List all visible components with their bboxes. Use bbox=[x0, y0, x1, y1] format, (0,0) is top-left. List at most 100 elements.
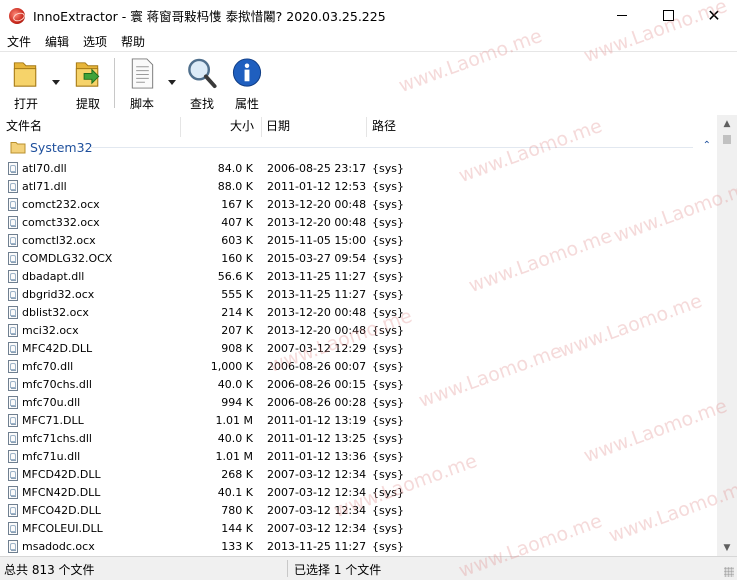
info-icon bbox=[232, 58, 262, 87]
file-icon bbox=[8, 324, 18, 337]
file-size: 994 K bbox=[221, 396, 253, 409]
selected-files-status: 已选择 1 个文件 bbox=[294, 563, 382, 577]
file-row[interactable]: MFC42D.DLL 908 K 2007-03-12 12:29 {sys} bbox=[0, 340, 717, 358]
file-row[interactable]: dbadapt.dll 56.6 K 2013-11-25 11:27 {sys} bbox=[0, 268, 717, 286]
file-name: comct332.ocx bbox=[22, 216, 100, 229]
column-divider[interactable] bbox=[261, 117, 262, 137]
file-date: 2011-01-12 12:53 bbox=[267, 180, 367, 193]
file-size: 603 K bbox=[221, 234, 253, 247]
scroll-down-arrow-icon[interactable]: ▼ bbox=[717, 539, 737, 556]
file-date: 2013-11-25 11:27 bbox=[267, 270, 367, 283]
file-row[interactable]: MFC71.DLL 1.01 M 2011-01-12 13:19 {sys} bbox=[0, 412, 717, 430]
file-date: 2013-12-20 00:48 bbox=[267, 306, 367, 319]
file-date: 2013-11-25 11:27 bbox=[267, 540, 367, 553]
file-date: 2006-08-26 00:15 bbox=[267, 378, 367, 391]
menu-options[interactable]: 选项 bbox=[76, 33, 114, 50]
file-name: mfc70chs.dll bbox=[22, 378, 92, 391]
file-path: {sys} bbox=[372, 450, 404, 463]
vertical-scrollbar[interactable]: ▲ ▼ bbox=[717, 115, 737, 556]
file-path: {sys} bbox=[372, 342, 404, 355]
file-row[interactable]: mci32.ocx 207 K 2013-12-20 00:48 {sys} bbox=[0, 322, 717, 340]
file-date: 2011-01-12 13:25 bbox=[267, 432, 367, 445]
file-row[interactable]: mfc70.dll 1,000 K 2006-08-26 00:07 {sys} bbox=[0, 358, 717, 376]
group-header[interactable]: System32 ⌃ bbox=[0, 137, 717, 157]
properties-button[interactable]: 属性 bbox=[229, 56, 265, 112]
file-row[interactable]: comctl32.ocx 603 K 2015-11-05 15:00 {sys} bbox=[0, 232, 717, 250]
maximize-button[interactable] bbox=[645, 0, 691, 31]
file-row[interactable]: mfc70u.dll 994 K 2006-08-26 00:28 {sys} bbox=[0, 394, 717, 412]
column-size-header[interactable]: 大小 bbox=[180, 115, 254, 137]
file-row[interactable]: atl71.dll 88.0 K 2011-01-12 12:53 {sys} bbox=[0, 178, 717, 196]
file-icon bbox=[8, 342, 18, 355]
file-list[interactable]: System32 ⌃ atl70.dll 84.0 K 2006-08-25 23:… bbox=[0, 137, 717, 556]
column-path-header[interactable]: 路径 bbox=[372, 115, 396, 137]
window-title: InnoExtractor - 寰 蒋窗哥敤杩愯 泰揿惜闂? 2020.03.2… bbox=[33, 9, 386, 24]
file-name: msadodc.ocx bbox=[22, 540, 95, 553]
extract-button[interactable]: 提取 bbox=[70, 56, 106, 112]
file-date: 2015-11-05 15:00 bbox=[267, 234, 367, 247]
file-name: MFCN42D.DLL bbox=[22, 486, 101, 499]
file-size: 88.0 K bbox=[217, 180, 253, 193]
file-path: {sys} bbox=[372, 378, 404, 391]
group-label: System32 bbox=[30, 139, 93, 155]
resize-grip-icon[interactable] bbox=[724, 567, 734, 577]
column-name-header[interactable]: 文件名 bbox=[6, 115, 42, 137]
total-files-status: 总共 813 个文件 bbox=[4, 563, 95, 577]
file-path: {sys} bbox=[372, 162, 404, 175]
file-size: 908 K bbox=[221, 342, 253, 355]
title-bar: InnoExtractor - 寰 蒋窗哥敤杩愯 泰揿惜闂? 2020.03.2… bbox=[0, 0, 737, 31]
file-row[interactable]: MFCO42D.DLL 780 K 2007-03-12 12:34 {sys} bbox=[0, 502, 717, 520]
file-row[interactable]: dbgrid32.ocx 555 K 2013-11-25 11:27 {sys} bbox=[0, 286, 717, 304]
file-size: 84.0 K bbox=[217, 162, 253, 175]
file-name: dblist32.ocx bbox=[22, 306, 89, 319]
file-row[interactable]: dblist32.ocx 214 K 2013-12-20 00:48 {sys} bbox=[0, 304, 717, 322]
script-document-icon bbox=[131, 58, 154, 89]
file-icon bbox=[8, 288, 18, 301]
column-date-header[interactable]: 日期 bbox=[266, 115, 290, 137]
folder-open-icon bbox=[13, 62, 37, 87]
file-row[interactable]: comct232.ocx 167 K 2013-12-20 00:48 {sys} bbox=[0, 196, 717, 214]
collapse-icon[interactable]: ⌃ bbox=[703, 140, 711, 151]
file-row[interactable]: COMDLG32.OCX 160 K 2015-03-27 09:54 {sys} bbox=[0, 250, 717, 268]
file-size: 555 K bbox=[221, 288, 253, 301]
script-button[interactable]: 脚本 bbox=[124, 56, 160, 112]
file-row[interactable]: msadodc.ocx 133 K 2013-11-25 11:27 {sys} bbox=[0, 538, 717, 556]
file-path: {sys} bbox=[372, 216, 404, 229]
file-date: 2013-12-20 00:48 bbox=[267, 324, 367, 337]
open-button[interactable]: 打开 bbox=[8, 56, 44, 112]
script-dropdown-arrow[interactable] bbox=[168, 80, 176, 85]
file-path: {sys} bbox=[372, 252, 404, 265]
file-icon bbox=[8, 468, 18, 481]
file-row[interactable]: MFCOLEUI.DLL 144 K 2007-03-12 12:34 {sys} bbox=[0, 520, 717, 538]
file-date: 2011-01-12 13:36 bbox=[267, 450, 367, 463]
file-path: {sys} bbox=[372, 468, 404, 481]
menu-edit[interactable]: 编辑 bbox=[38, 33, 76, 50]
file-row[interactable]: mfc71u.dll 1.01 M 2011-01-12 13:36 {sys} bbox=[0, 448, 717, 466]
open-dropdown-arrow[interactable] bbox=[52, 80, 60, 85]
column-divider[interactable] bbox=[366, 117, 367, 137]
file-path: {sys} bbox=[372, 306, 404, 319]
minimize-button[interactable] bbox=[599, 0, 645, 31]
scrollbar-thumb[interactable] bbox=[723, 135, 731, 144]
file-row[interactable]: mfc70chs.dll 40.0 K 2006-08-26 00:15 {sys} bbox=[0, 376, 717, 394]
file-name: mfc71chs.dll bbox=[22, 432, 92, 445]
file-row[interactable]: mfc71chs.dll 40.0 K 2011-01-12 13:25 {sys} bbox=[0, 430, 717, 448]
close-button[interactable]: ✕ bbox=[691, 0, 737, 31]
scroll-up-arrow-icon[interactable]: ▲ bbox=[717, 115, 737, 132]
file-row[interactable]: atl70.dll 84.0 K 2006-08-25 23:17 {sys} bbox=[0, 160, 717, 178]
file-row[interactable]: MFCN42D.DLL 40.1 K 2007-03-12 12:34 {sys} bbox=[0, 484, 717, 502]
file-icon bbox=[8, 198, 18, 211]
file-icon bbox=[8, 252, 18, 265]
file-icon bbox=[8, 216, 18, 229]
file-name: MFCD42D.DLL bbox=[22, 468, 101, 481]
file-name: MFCO42D.DLL bbox=[22, 504, 101, 517]
file-size: 133 K bbox=[221, 540, 253, 553]
find-button[interactable]: 查找 bbox=[184, 56, 220, 112]
file-name: mci32.ocx bbox=[22, 324, 79, 337]
menu-help[interactable]: 帮助 bbox=[114, 33, 152, 50]
menu-file[interactable]: 文件 bbox=[0, 33, 38, 50]
file-icon bbox=[8, 504, 18, 517]
file-row[interactable]: MFCD42D.DLL 268 K 2007-03-12 12:34 {sys} bbox=[0, 466, 717, 484]
file-row[interactable]: comct332.ocx 407 K 2013-12-20 00:48 {sys} bbox=[0, 214, 717, 232]
script-label: 脚本 bbox=[129, 97, 154, 111]
